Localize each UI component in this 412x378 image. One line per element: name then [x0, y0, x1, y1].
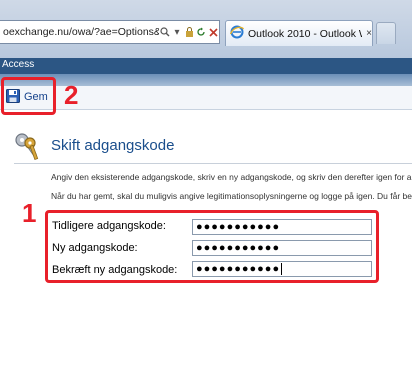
- ie-logo-icon: [229, 25, 245, 42]
- certificate-icon[interactable]: [183, 22, 195, 42]
- refresh-icon[interactable]: [195, 22, 207, 42]
- search-icon[interactable]: [159, 22, 171, 42]
- tab-label: Outlook 2010 - Outlook We...: [248, 27, 362, 40]
- tab-outlook[interactable]: Outlook 2010 - Outlook We... ×: [225, 20, 373, 46]
- new-tab-button[interactable]: [376, 22, 396, 44]
- owa-subheader: [0, 74, 412, 86]
- info-text-1: Angiv den eksisterende adgangskode, skri…: [51, 172, 412, 182]
- owa-header-text: Access: [2, 59, 35, 70]
- annotation-box-fields: [45, 210, 379, 283]
- page-title: Skift adgangskode: [51, 137, 175, 154]
- annotation-number-1: 1: [22, 198, 37, 228]
- annotation-box-save: [1, 77, 56, 115]
- annotation-number-2: 2: [64, 80, 79, 110]
- keys-icon: [14, 132, 40, 165]
- address-text[interactable]: oexchange.nu/owa/?ae=Options&oj: [0, 26, 159, 38]
- info-text-2: Når du har gemt, skal du muligvis angive…: [51, 191, 412, 201]
- stop-icon[interactable]: [207, 22, 219, 42]
- owa-header: Access: [0, 58, 412, 74]
- dropdown-arrow-icon[interactable]: ▾: [171, 22, 183, 42]
- close-tab-button[interactable]: ×: [366, 28, 372, 39]
- address-bar[interactable]: oexchange.nu/owa/?ae=Options&oj ▾: [0, 20, 220, 44]
- title-divider: [14, 163, 412, 164]
- options-toolbar: [0, 86, 412, 110]
